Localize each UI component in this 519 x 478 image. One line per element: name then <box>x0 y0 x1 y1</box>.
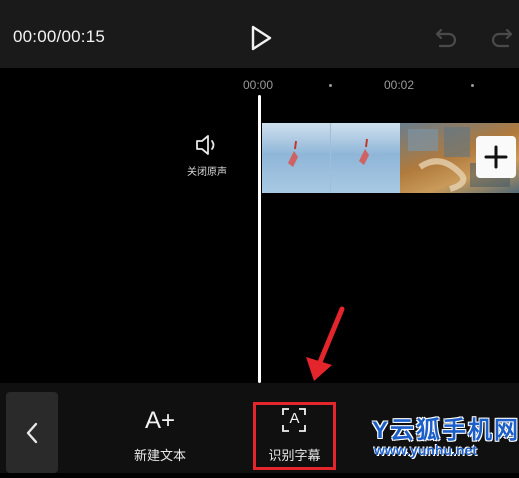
speaker-icon <box>196 135 215 155</box>
watermark: Y云狐手机网 www.yunhu.net <box>340 408 518 466</box>
redo-icon <box>491 28 513 48</box>
undo-icon <box>435 28 457 48</box>
undo-button[interactable] <box>432 24 460 52</box>
back-button[interactable] <box>6 392 58 473</box>
ruler-label-start: 00:00 <box>243 78 274 92</box>
ruler-label-2s: 00:02 <box>384 78 415 92</box>
clip-thumbnail <box>262 123 330 193</box>
redo-button[interactable] <box>488 24 516 52</box>
new-text-label: 新建文本 <box>133 448 186 463</box>
annotation-highlight-box <box>253 402 336 470</box>
chevron-left-icon <box>26 422 38 444</box>
playhead[interactable] <box>258 95 261 383</box>
mute-label: 关闭原声 <box>187 167 227 178</box>
annotation-arrow-icon <box>306 306 345 381</box>
time-ruler: 00:00 00:02 <box>0 68 519 98</box>
top-bar: 00:00/00:15 <box>0 0 519 68</box>
ruler-tick <box>329 84 332 87</box>
new-text-button[interactable]: A+ 新建文本 <box>122 383 198 473</box>
mute-original-audio-button[interactable]: 关闭原声 <box>176 133 238 193</box>
play-button[interactable] <box>248 24 274 52</box>
watermark-url: www.yunhu.net <box>374 442 477 458</box>
plus-icon <box>484 145 508 169</box>
play-icon <box>251 25 272 51</box>
clip-thumbnail <box>330 123 401 193</box>
text-add-icon: A+ <box>144 407 176 434</box>
ruler-tick <box>471 84 474 87</box>
watermark-title: Y云狐手机网 <box>372 417 519 444</box>
timecode: 00:00/00:15 <box>13 27 106 46</box>
add-clip-button[interactable] <box>476 136 516 178</box>
